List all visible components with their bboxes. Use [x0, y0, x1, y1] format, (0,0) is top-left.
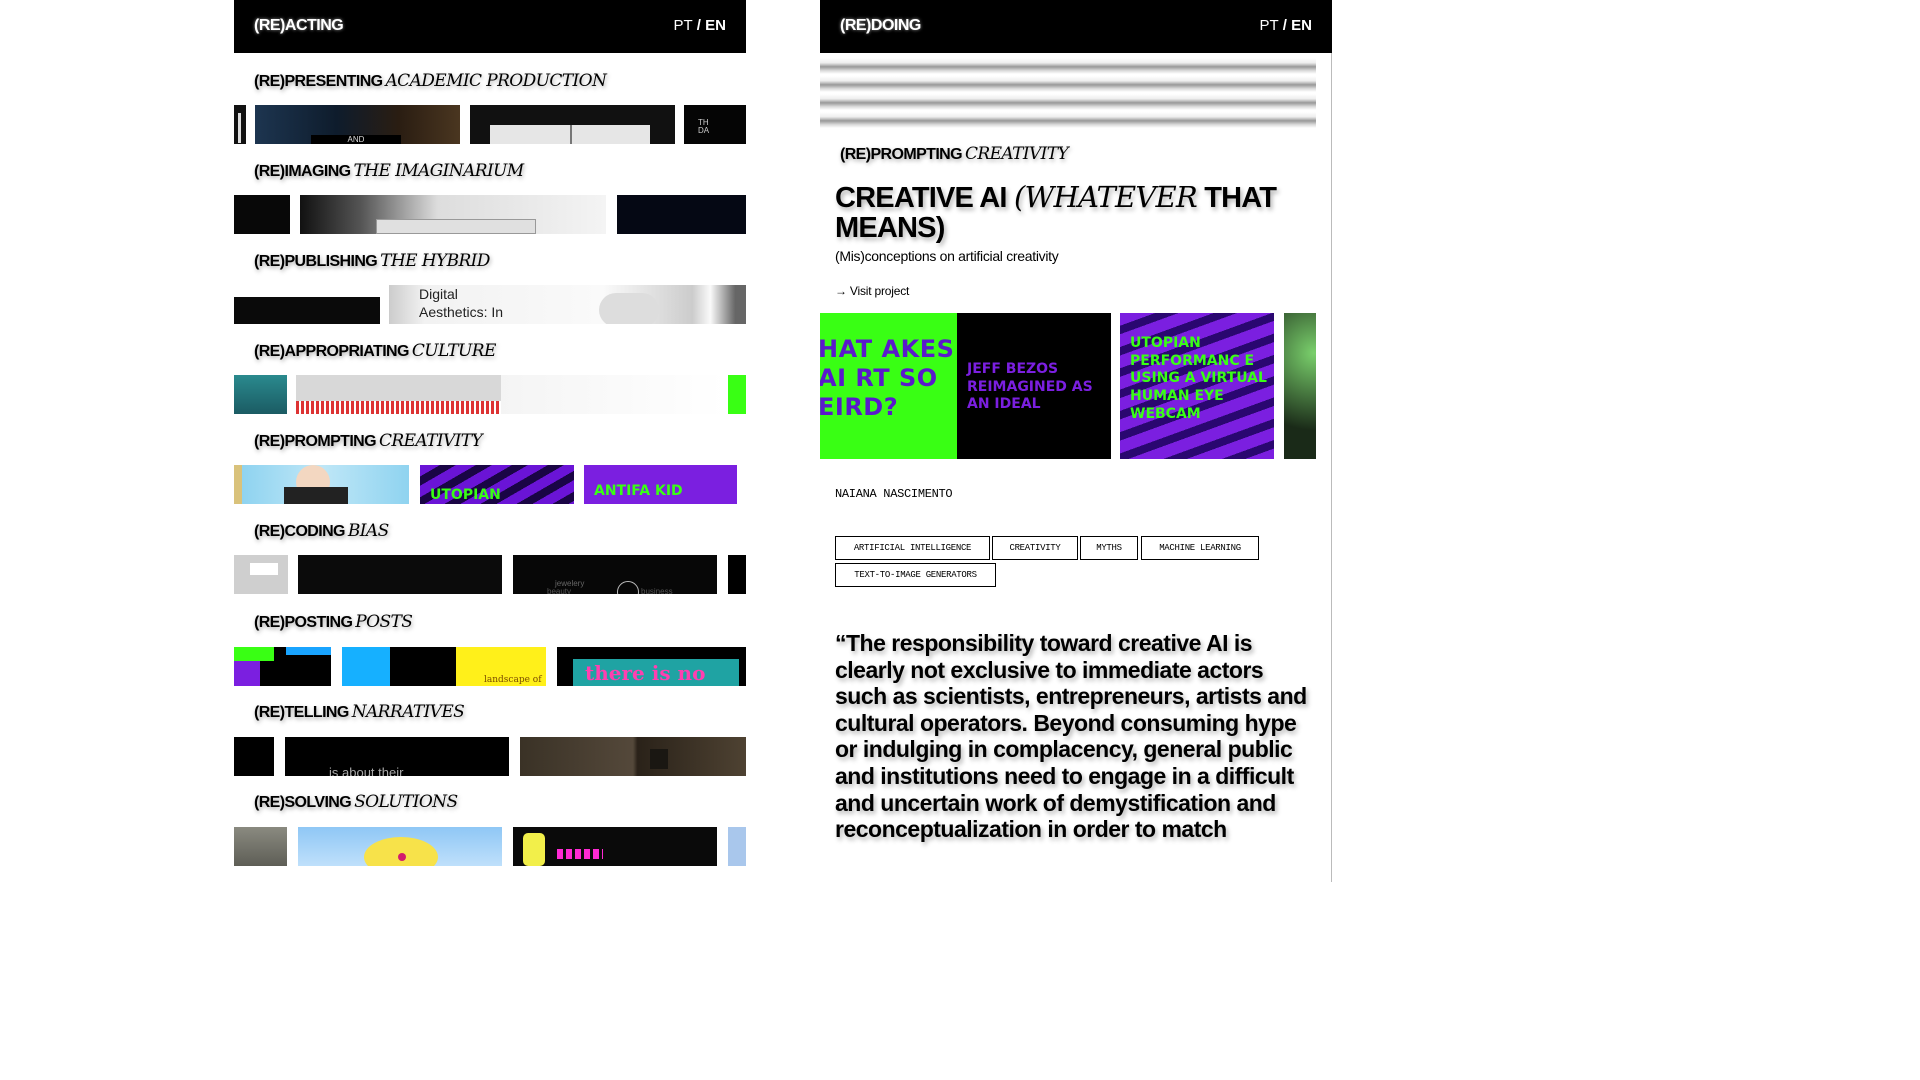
thumbnail[interactable]	[234, 105, 246, 144]
thumbnail[interactable]	[513, 827, 717, 866]
thumbnail[interactable]	[234, 737, 274, 776]
tag-chip[interactable]: CREATIVITY	[992, 536, 1078, 560]
thumbnail[interactable]	[728, 827, 746, 866]
lang-pt[interactable]: PT	[1259, 17, 1278, 34]
thumbnail[interactable]: UTOPIAN	[420, 465, 574, 504]
tag-chip[interactable]: ARTIFICIAL INTELLIGENCE	[835, 536, 990, 560]
thumbnail[interactable]: Digital Aesthetics: In	[389, 285, 746, 324]
thumbnail[interactable]	[728, 375, 746, 414]
thumbnail-strip: UTOPIAN ANTIFA KID	[234, 465, 746, 504]
thumbnail[interactable]: jewelery beauty business	[513, 555, 717, 594]
thumbnail[interactable]	[234, 827, 287, 866]
scroll-fade	[820, 860, 1332, 882]
thumbnail[interactable]	[298, 827, 502, 866]
thumbnail[interactable]	[300, 195, 606, 234]
thumbnail[interactable]	[234, 555, 288, 594]
thumbnail-strip	[234, 375, 746, 414]
tag-chip[interactable]: TEXT-TO-IMAGE GENERATORS	[835, 563, 996, 587]
lang-en[interactable]: EN	[1291, 17, 1312, 34]
project-image-card[interactable]	[1284, 313, 1316, 459]
thumbnail[interactable]: TH DA	[684, 105, 746, 144]
thumbnail[interactable]	[520, 737, 746, 776]
thumbnail-strip	[234, 195, 746, 234]
thumbnail[interactable]	[234, 647, 331, 686]
thumbnail[interactable]: ANTIFA KID	[584, 465, 737, 504]
section-title-solutions[interactable]: (RE)SOLVING SOLUTIONS	[254, 792, 458, 812]
thumbnail[interactable]	[234, 195, 290, 234]
thumbnail-strip: jewelery beauty business	[234, 555, 746, 594]
collapsed-section[interactable]	[820, 94, 1316, 110]
panel-edge	[1331, 53, 1332, 882]
thumbnail-strip	[234, 827, 746, 866]
visit-project-link[interactable]: → Visit project	[835, 284, 909, 298]
section-title-academic-production[interactable]: (RE)PRESENTING ACADEMIC PRODUCTION	[254, 71, 607, 91]
collapsed-section[interactable]	[820, 58, 1316, 74]
thumbnail-strip: is about their	[234, 737, 746, 776]
project-quote: “The responsibility toward creative AI i…	[835, 630, 1307, 843]
section-title-culture[interactable]: (RE)APPROPRIATING CULTURE	[254, 341, 496, 361]
section-title-posts[interactable]: (RE)POSTING POSTS	[254, 612, 413, 632]
thumbnail[interactable]: there is no	[557, 647, 746, 686]
redoing-panel: (RE)DOING PT / EN (RE)PROMPTING CREATIVIT…	[820, 0, 1332, 882]
thumbnail[interactable]	[728, 555, 746, 594]
collapsed-section[interactable]	[820, 112, 1316, 128]
thumbnail-strip: landscape of there is no	[234, 647, 746, 686]
lang-pt[interactable]: PT	[673, 17, 692, 34]
project-image-card[interactable]: JEFF BEZOS REIMAGINED AS AN IDEAL	[957, 313, 1111, 459]
thumbnail[interactable]	[617, 195, 746, 234]
tag-chip[interactable]: MACHINE LEARNING	[1141, 536, 1259, 560]
thumbnail[interactable]	[234, 375, 287, 414]
project-kicker: (RE)PROMPTING CREATIVITY	[840, 144, 1069, 164]
section-title-hybrid[interactable]: (RE)PUBLISHING THE HYBRID	[254, 251, 490, 271]
section-title-creativity[interactable]: (RE)PROMPTING CREATIVITY	[254, 431, 483, 451]
project-subtitle: (Mis)conceptions on artificial creativit…	[835, 248, 1059, 264]
top-bar: (RE)ACTING PT / EN	[234, 0, 746, 53]
thumbnail-strip: Digital Aesthetics: In	[234, 285, 746, 324]
thumbnail[interactable]: AND	[255, 105, 460, 144]
thumbnail[interactable]: landscape of	[342, 647, 546, 686]
thumbnail[interactable]	[298, 555, 502, 594]
site-logo[interactable]: (RE)DOING	[840, 17, 921, 35]
language-switcher: PT / EN	[673, 17, 726, 34]
language-switcher: PT / EN	[1259, 17, 1312, 34]
thumbnail[interactable]	[234, 465, 409, 504]
thumbnail[interactable]	[234, 285, 380, 324]
section-title-narratives[interactable]: (RE)TELLING NARRATIVES	[254, 702, 465, 722]
section-title-bias[interactable]: (RE)CODING BIAS	[254, 521, 389, 541]
tag-chip[interactable]: MYTHS	[1080, 536, 1138, 560]
site-logo[interactable]: (RE)ACTING	[254, 17, 344, 35]
project-author: NAIANA NASCIMENTO	[835, 487, 953, 501]
top-bar: (RE)DOING PT / EN	[820, 0, 1332, 53]
section-title-imaginarium[interactable]: (RE)IMAGING THE IMAGINARIUM	[254, 161, 524, 181]
thumbnail[interactable]	[296, 375, 726, 414]
project-title: CREATIVE AI (WHATEVER THAT MEANS)	[835, 180, 1277, 244]
thumbnail[interactable]	[470, 105, 675, 144]
project-image-card[interactable]: UTOPIAN PERFORMANC E USING A VIRTUAL HUM…	[1120, 313, 1274, 459]
lang-en[interactable]: EN	[705, 17, 726, 34]
collapsed-section[interactable]	[820, 76, 1316, 92]
reacting-panel: (RE)ACTING PT / EN (RE)PRESENTING ACADEMI…	[234, 0, 746, 882]
project-image-card[interactable]: HAT AKES AI RT SO EIRD?	[820, 313, 974, 459]
thumbnail[interactable]: is about their	[285, 737, 509, 776]
thumbnail-strip: AND TH DA	[234, 105, 746, 144]
